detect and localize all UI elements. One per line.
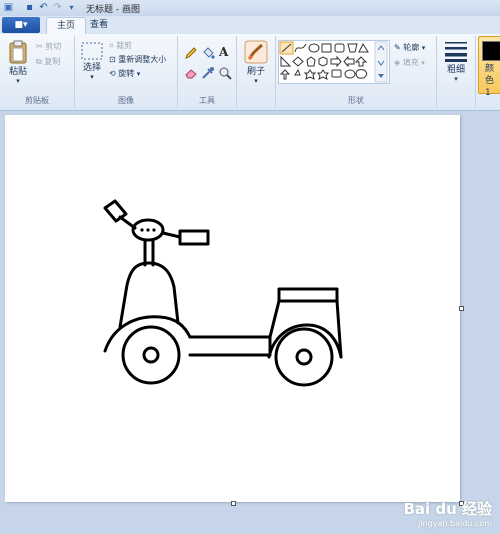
crop-icon: ⌗ [109,41,114,50]
tab-view[interactable]: 查看 [80,17,118,34]
outline-dropdown-icon[interactable]: ▾ [422,44,426,52]
select-dropdown-icon[interactable]: ▾ [79,73,105,81]
paste-dropdown-icon[interactable]: ▾ [4,77,32,85]
pencil-icon[interactable] [184,46,198,60]
brushes-dropdown-icon[interactable]: ▾ [241,77,271,85]
clipboard-group-label: 剪贴板 [25,96,49,105]
outline-icon: ✎ [394,43,401,52]
shapes-gallery-icons [279,41,388,83]
color1-label: 颜色1 [485,64,495,98]
text-icon[interactable]: A [219,45,228,59]
rotate-label: 旋转 [118,69,135,78]
eraser-icon[interactable] [184,66,198,80]
title-bar: ▣ ▪ ↶ ↷ ▾ 无标题 - 画图 [0,0,500,17]
brushes-group: 刷子 ▾ [237,36,276,108]
shapes-group-label: 形状 [348,96,364,105]
outline-button[interactable]: ✎ 轮廓 ▾ [394,42,425,54]
ribbon: 粘贴 ▾ ✂ 剪切 ⧉ 复制 剪贴板 选择 ▾ ⌗ 裁剪 ⊡ 重新调整大小 ⟲ … [0,34,500,111]
crop-button[interactable]: ⌗ 裁剪 [109,40,132,52]
color-picker-icon[interactable] [201,66,215,80]
rotate-button[interactable]: ⟲ 旋转 ▾ [109,68,140,80]
paste-label: 粘贴 [8,67,27,77]
image-group: 选择 ▾ ⌗ 裁剪 ⊡ 重新调整大小 ⟲ 旋转 ▾ 图像 [75,36,178,108]
resize-label: 重新调整大小 [118,55,167,64]
save-icon[interactable]: ▪ [24,2,35,13]
copy-icon: ⧉ [36,57,42,66]
fill-shape-label: 填充 [402,58,419,67]
cut-icon: ✂ [36,42,43,51]
select-icon [81,42,103,60]
cut-label: 剪切 [45,42,62,51]
resize-button[interactable]: ⊡ 重新调整大小 [109,54,166,66]
shapes-gallery [278,40,390,84]
cut-button[interactable]: ✂ 剪切 [36,41,61,53]
brushes-label: 刷子 [246,67,265,77]
scooter-drawing [103,199,343,387]
color1-button[interactable]: 颜色1 [478,36,500,98]
fill-shape-icon: ◈ [394,58,401,67]
shapes-group: ✎ 轮廓 ▾ ◈ 填充 ▾ 形状 [276,36,437,108]
select-label: 选择 [82,63,101,73]
window-title: 无标题 - 画图 [86,5,140,15]
app-menu-button[interactable]: ■▾ [2,17,40,33]
tools-group-label: 工具 [199,96,215,105]
color1-swatch [482,41,500,61]
app-icon: ▣ [3,2,14,13]
redo-icon[interactable]: ↷ [52,2,63,13]
tools-group: A 工具 [178,36,237,108]
rotate-icon: ⟲ [109,69,116,78]
fill-icon[interactable] [201,46,215,60]
copy-label: 复制 [44,57,61,66]
ribbon-tabs: ■▾ 主页 查看 [0,16,500,35]
canvas-resize-handle-bottom[interactable] [231,501,236,506]
magnifier-icon[interactable] [218,66,232,80]
canvas-resize-handle-right[interactable] [459,306,464,311]
size-label: 粗细 [446,65,465,75]
rotate-dropdown-icon[interactable]: ▾ [137,70,141,78]
size-group: 粗细 ▾ [437,36,476,108]
watermark: Bai du 经验 jingyan.baidu.com [403,498,492,528]
select-button[interactable]: 选择 ▾ [79,42,105,81]
clipboard-group: 粘贴 ▾ ✂ 剪切 ⧉ 复制 剪贴板 [0,36,75,108]
paste-button[interactable]: 粘贴 ▾ [4,40,32,85]
fill-shape-button[interactable]: ◈ 填充 ▾ [394,57,425,69]
paste-icon [9,40,27,64]
brush-icon [244,40,268,64]
size-button[interactable]: 粗细 ▾ [441,40,471,83]
drawing-canvas[interactable] [5,115,464,506]
watermark-brand: Bai du 经验 [403,500,492,518]
brushes-button[interactable]: 刷子 ▾ [241,40,271,85]
resize-icon: ⊡ [109,55,116,64]
image-group-label: 图像 [118,96,134,105]
fill-shape-dropdown-icon[interactable]: ▾ [421,59,425,67]
watermark-url: jingyan.baidu.com [418,519,492,528]
outline-label: 轮廓 [403,43,420,52]
undo-icon[interactable]: ↶ [38,2,49,13]
crop-label: 裁剪 [116,41,133,50]
workspace: Bai du 经验 jingyan.baidu.com [0,111,500,534]
size-icon [445,42,467,62]
quick-access-dropdown-icon[interactable]: ▾ [66,2,77,13]
size-dropdown-icon[interactable]: ▾ [441,75,471,83]
copy-button[interactable]: ⧉ 复制 [36,56,60,68]
